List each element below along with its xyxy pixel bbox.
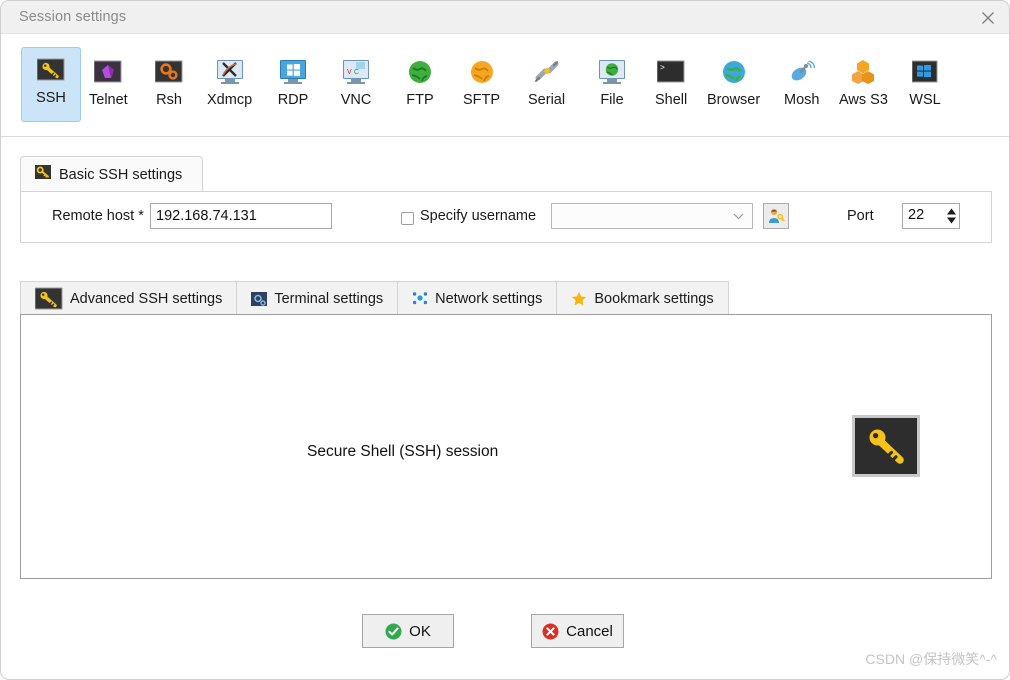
username-combobox[interactable] <box>551 203 753 229</box>
tab-label: Terminal settings <box>274 290 384 307</box>
protocol-tab-label: Shell <box>655 92 688 108</box>
port-label: Port <box>847 208 874 224</box>
protocol-tab-label: SFTP <box>463 92 501 108</box>
close-icon <box>982 11 994 24</box>
ssh-key-icon <box>35 287 63 311</box>
spinner-arrows-icon[interactable] <box>947 208 956 224</box>
close-button[interactable] <box>965 1 1009 34</box>
settings-tab-strip: Advanced SSH settings Terminal settings Ne… <box>20 281 729 315</box>
protocol-tab-ftp[interactable]: FTP <box>404 49 436 122</box>
protocol-tab-mosh[interactable]: Mosh <box>784 49 819 122</box>
protocol-tab-vnc[interactable]: V C VNC <box>340 49 372 122</box>
protocol-tab-label: Xdmcp <box>207 92 253 108</box>
protocol-tab-file[interactable]: File <box>596 49 628 122</box>
network-icon <box>412 291 428 306</box>
protocol-tab-label: FTP <box>406 92 434 108</box>
protocol-tab-label: SSH <box>36 90 66 106</box>
specify-username-checkbox[interactable] <box>401 212 414 225</box>
cancel-button-label: Cancel <box>566 622 613 640</box>
port-spinner[interactable]: 22 <box>902 203 960 229</box>
protocol-tab-label: WSL <box>909 92 941 108</box>
basic-settings-group: Remote host * Specify username Port <box>20 191 992 243</box>
tab-basic-ssh-settings-label: Basic SSH settings <box>59 166 183 183</box>
protocol-tab-wsl[interactable]: WSL <box>909 49 941 122</box>
vnc-icon: VC <box>340 56 372 88</box>
protocol-tab-browser[interactable]: Browser <box>707 49 760 122</box>
protocol-tab-label: Browser <box>707 92 761 108</box>
protocol-tab-rdp[interactable]: RDP <box>277 49 309 122</box>
protocol-tab-serial[interactable]: Serial <box>528 49 565 122</box>
tab-network-settings[interactable]: Network settings <box>397 281 557 315</box>
telnet-icon <box>92 56 124 88</box>
ftp-globe-icon <box>404 56 436 88</box>
tab-terminal-settings[interactable]: Terminal settings <box>236 281 398 315</box>
svg-text:C: C <box>354 69 359 76</box>
protocol-tab-aws-s3[interactable]: Aws S3 <box>839 49 888 122</box>
protocol-tab-xdmcp[interactable]: Xdmcp <box>207 49 252 122</box>
protocol-tab-label: Mosh <box>784 92 820 108</box>
tab-label: Advanced SSH settings <box>70 290 223 307</box>
watermark: CSDN @保持微笑^-^ <box>865 651 997 667</box>
protocol-tab-telnet[interactable]: Telnet <box>89 49 128 122</box>
tab-label: Network settings <box>435 290 543 307</box>
file-share-icon <box>599 60 625 84</box>
protocol-toolbar: SSH Telnet Rsh Xdmcp RDP V C VNC FTP SFTP Serial Fi… <box>1 34 1009 137</box>
wsl-icon <box>909 56 941 88</box>
settings-panel: Secure Shell (SSH) session <box>20 314 992 579</box>
session-settings-dialog: Session settings SSH Telnet Rsh Xdmcp RDP V C V… <box>0 0 1010 680</box>
tab-basic-ssh-settings[interactable]: Basic SSH settings <box>20 156 203 192</box>
check-circle-icon <box>385 623 402 639</box>
mosh-dish-icon <box>786 56 818 88</box>
user-credentials-button[interactable] <box>763 203 789 229</box>
ssh-key-icon <box>35 165 51 184</box>
tab-advanced-ssh-settings[interactable]: Advanced SSH settings <box>20 281 237 315</box>
user-key-icon <box>769 208 785 223</box>
rdp-icon <box>277 56 309 88</box>
serial-plug-icon <box>531 56 563 88</box>
protocol-tab-label: File <box>600 92 624 108</box>
ssh-key-large-icon <box>852 415 920 477</box>
chevron-down-icon <box>733 207 744 225</box>
port-value: 22 <box>908 207 925 223</box>
protocol-tab-label: Rsh <box>156 92 182 108</box>
specify-username-label: Specify username <box>420 208 537 224</box>
file-share-icon <box>596 56 628 88</box>
protocol-tab-label: VNC <box>340 92 372 108</box>
browser-globe-icon <box>718 56 750 88</box>
panel-caption: Secure Shell (SSH) session <box>307 443 499 460</box>
tab-label: Bookmark settings <box>594 290 714 307</box>
svg-text:V: V <box>347 69 352 76</box>
x-circle-icon <box>542 623 559 639</box>
ok-button[interactable]: OK <box>362 614 454 648</box>
protocol-tab-rsh[interactable]: Rsh <box>153 49 185 122</box>
star-icon <box>571 291 587 306</box>
protocol-tab-label: RDP <box>277 92 309 108</box>
sftp-globe-icon <box>466 56 498 88</box>
ok-button-label: OK <box>409 622 431 640</box>
cancel-button[interactable]: Cancel <box>531 614 624 648</box>
aws-s3-icon <box>847 56 879 88</box>
remote-host-label: Remote host * <box>52 208 144 224</box>
rsh-gears-icon <box>153 56 185 88</box>
protocol-tab-label: Aws S3 <box>839 92 888 108</box>
xdmcp-icon <box>214 56 246 88</box>
vnc-icon: VC <box>343 60 369 84</box>
shell-icon: > <box>655 56 687 88</box>
rdp-icon <box>280 60 306 84</box>
ssh-key-icon <box>35 54 67 86</box>
xdmcp-icon <box>216 60 243 84</box>
protocol-tab-label: Serial <box>528 92 566 108</box>
remote-host-input[interactable] <box>150 203 332 229</box>
tab-bookmark-settings[interactable]: Bookmark settings <box>556 281 729 315</box>
svg-text:>: > <box>660 64 665 73</box>
terminal-icon <box>251 291 268 306</box>
window-title: Session settings <box>19 9 127 25</box>
protocol-tab-shell[interactable]: > Shell <box>655 49 687 122</box>
title-bar: Session settings <box>1 1 1009 34</box>
protocol-tab-label: Telnet <box>89 92 128 108</box>
protocol-tab-ssh[interactable]: SSH <box>21 47 81 122</box>
protocol-tab-sftp[interactable]: SFTP <box>463 49 500 122</box>
